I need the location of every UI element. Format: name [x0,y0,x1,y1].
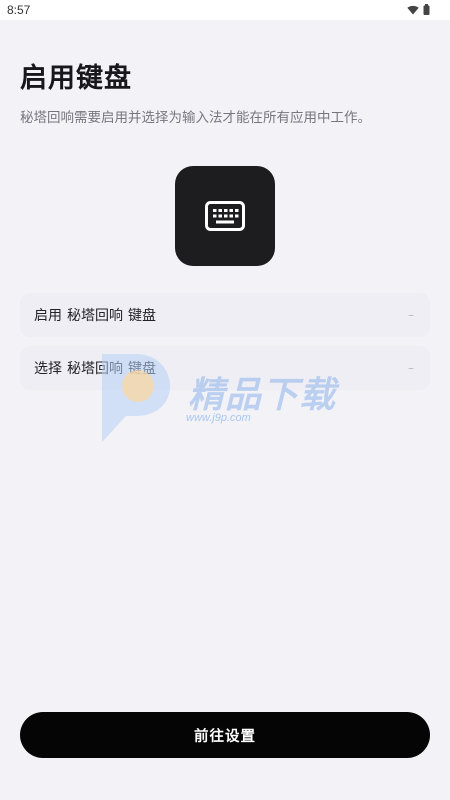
wifi-icon [407,5,419,14]
step-status-indicator: – [408,308,414,322]
step-verb: 启用 [34,308,62,324]
go-to-settings-button[interactable]: 前往设置 [20,712,430,758]
page-title: 启用键盘 [20,63,132,94]
step-object: 键盘 [128,361,156,377]
step-label: 启用 秘塔回响 键盘 [34,305,408,325]
step-label: 选择 秘塔回响 键盘 [34,358,408,378]
step-verb: 选择 [34,361,62,377]
step-select-keyboard[interactable]: 选择 秘塔回响 键盘 – [20,346,430,390]
keyboard-tile [175,166,275,266]
battery-icon [423,4,430,15]
page-subtitle: 秘塔回响需要启用并选择为输入法才能在所有应用中工作。 [20,110,371,126]
step-app-name: 秘塔回响 [67,361,123,377]
status-bar: 8:57 [0,0,450,20]
watermark-url: www.j9p.com [186,412,251,424]
step-app-name: 秘塔回响 [67,308,123,324]
step-status-indicator: – [408,361,414,375]
status-time: 8:57 [7,3,31,17]
status-icons [407,4,430,15]
keyboard-icon [205,201,245,231]
step-enable-keyboard[interactable]: 启用 秘塔回响 键盘 – [20,293,430,337]
step-object: 键盘 [128,308,156,324]
